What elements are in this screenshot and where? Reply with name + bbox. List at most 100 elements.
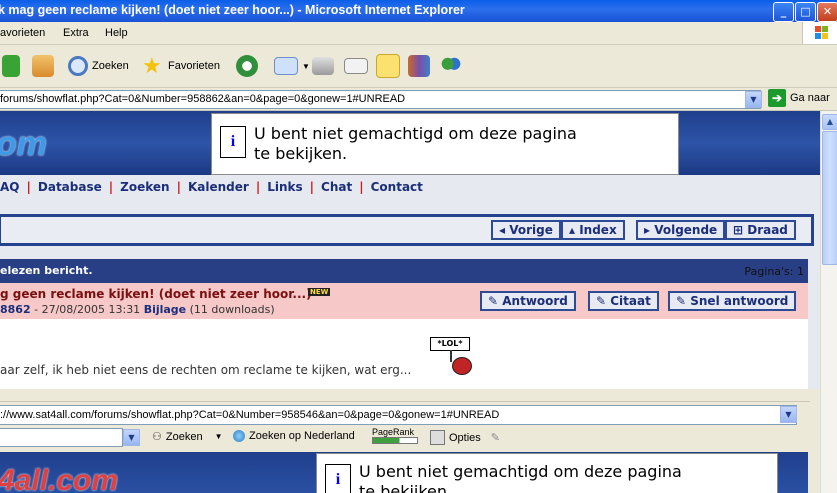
- inner-address-dropdown[interactable]: ▼: [780, 406, 797, 423]
- post-title: g geen reclame kijken! (doet niet zeer h…: [0, 287, 312, 301]
- title-bar: k mag geen reclame kijken! (doet niet ze…: [0, 0, 837, 22]
- refresh-button[interactable]: [2, 53, 20, 79]
- nav-contact[interactable]: Contact: [371, 180, 423, 194]
- inner-info-icon: i: [325, 464, 351, 493]
- history-button[interactable]: [236, 53, 258, 79]
- index-label: Index: [579, 223, 617, 237]
- nav-database[interactable]: Database: [38, 180, 102, 194]
- quote-button[interactable]: ✎ Citaat: [588, 291, 659, 311]
- inner-site-logo: 4all.com: [0, 464, 119, 493]
- blocked-message-line2: te bekijken.: [254, 144, 348, 163]
- printer-icon: [312, 57, 334, 75]
- inner-blocked-banner: i U bent niet gemachtigd om deze pagina …: [316, 453, 778, 493]
- home-button[interactable]: [32, 53, 54, 79]
- next-label: Volgende: [654, 223, 718, 237]
- search-button[interactable]: Zoeken: [68, 53, 129, 79]
- inner-search-nl-label: Zoeken op Nederland: [249, 430, 355, 442]
- quote-icon: ✎: [596, 294, 607, 308]
- notes-button[interactable]: [376, 53, 400, 79]
- quick-reply-button[interactable]: ✎ Snel antwoord: [668, 291, 797, 311]
- site-logo: om: [0, 125, 47, 163]
- menu-bar: avorieten Extra Help: [0, 22, 837, 45]
- prev-button[interactable]: ◂ Vorige: [491, 220, 561, 240]
- pagerank-indicator: PageRank: [372, 427, 418, 444]
- go-label: Ga naar: [790, 92, 830, 104]
- inner-search-dropdown[interactable]: ▼: [123, 429, 140, 446]
- quote-label: Citaat: [610, 294, 651, 308]
- quick-reply-label: Snel antwoord: [690, 294, 789, 308]
- menu-help[interactable]: Help: [105, 27, 128, 39]
- page-count: Pagina's: 1: [744, 265, 804, 278]
- favorites-label: Favorieten: [168, 60, 220, 72]
- go-button[interactable]: ➔ Ga naar: [768, 89, 830, 107]
- thread-nav-box: ◂ Vorige ▴ Index ▸ Volgende ⊞ Draad: [0, 214, 814, 246]
- address-bar: forums/showflat.php?Cat=0&Number=958862&…: [0, 88, 837, 111]
- scroll-thumb[interactable]: [822, 131, 837, 265]
- scroll-up-icon[interactable]: ▲: [822, 114, 837, 130]
- post-id-link[interactable]: 8862: [0, 303, 31, 316]
- minimize-button[interactable]: _: [773, 2, 794, 22]
- refresh-icon: [2, 55, 20, 77]
- inner-options-button[interactable]: Opties ✎: [430, 430, 500, 445]
- messenger-button[interactable]: [440, 53, 462, 79]
- mail-button[interactable]: ▼: [274, 53, 310, 79]
- edit-button[interactable]: [344, 53, 368, 79]
- note-icon: [376, 54, 400, 78]
- star-icon: ★: [142, 53, 162, 78]
- messenger-icon: [440, 55, 462, 77]
- inner-blocked-line1: U bent niet gemachtigd om deze pagina: [359, 462, 682, 481]
- nav-search[interactable]: Zoeken: [120, 180, 169, 194]
- vertical-scrollbar[interactable]: ▲: [820, 111, 837, 493]
- close-button[interactable]: ✕: [817, 2, 837, 22]
- edit-icon: [344, 58, 368, 74]
- inner-options-label: Opties: [449, 431, 481, 444]
- chevron-down-icon: ▼: [214, 432, 223, 441]
- options-icon: [430, 430, 445, 445]
- lol-sign-text: *LOL*: [430, 337, 470, 351]
- inner-search-label: Zoeken: [165, 430, 203, 443]
- print-button[interactable]: [312, 53, 334, 79]
- nav-calendar[interactable]: Kalender: [188, 180, 249, 194]
- address-dropdown[interactable]: ▼: [745, 91, 762, 108]
- history-icon: [236, 55, 258, 77]
- new-badge: NEW: [308, 288, 331, 296]
- reply-button[interactable]: ✎ Antwoord: [480, 291, 576, 311]
- maximize-button[interactable]: □: [795, 2, 816, 22]
- address-input[interactable]: forums/showflat.php?Cat=0&Number=958862&…: [0, 90, 761, 109]
- window-title: k mag geen reclame kijken! (doet niet ze…: [0, 3, 465, 17]
- home-icon: [32, 55, 54, 77]
- post-body: aar zelf, ik heb niet eens de rechten om…: [0, 319, 808, 389]
- forum-header: om i U bent niet gemachtigd om deze pagi…: [0, 111, 820, 175]
- nav-links[interactable]: Links: [267, 180, 302, 194]
- nav-chat[interactable]: Chat: [321, 180, 352, 194]
- research-button[interactable]: [408, 53, 430, 79]
- nav-faq[interactable]: AQ: [0, 180, 20, 194]
- pencil-icon: ✎: [490, 432, 501, 444]
- thread-button[interactable]: ⊞ Draad: [725, 220, 796, 240]
- blocked-banner: i U bent niet gemachtigd om deze pagina …: [211, 113, 679, 175]
- post-header-label: elezen bericht.: [0, 264, 93, 277]
- inner-search-nl-button[interactable]: Zoeken op Nederland: [233, 430, 355, 442]
- pagerank-label: PageRank: [372, 427, 415, 437]
- post-text: aar zelf, ik heb niet eens de rechten om…: [0, 363, 412, 377]
- inner-forum-header: 4all.com i U bent niet gemachtigd om dez…: [0, 452, 808, 493]
- lol-smiley-icon: *LOL*: [430, 337, 476, 377]
- inner-toolbar-strip: [0, 391, 810, 402]
- reply-icon: ✎: [488, 294, 499, 308]
- menu-extra[interactable]: Extra: [63, 27, 89, 39]
- post-date: - 27/08/2005 13:31: [30, 303, 144, 316]
- globe-icon: [233, 430, 245, 442]
- info-icon: i: [220, 126, 246, 158]
- index-button[interactable]: ▴ Index: [561, 220, 625, 240]
- inner-search-input[interactable]: [0, 428, 123, 447]
- download-count: (11 downloads): [186, 303, 275, 316]
- windows-logo-icon: [802, 22, 837, 44]
- post-header: elezen bericht. Pagina's: 1: [0, 259, 808, 283]
- inner-search-button[interactable]: ⚇ Zoeken ▼: [152, 430, 223, 444]
- attachment-link[interactable]: Bijlage: [144, 303, 186, 316]
- favorites-button[interactable]: ★ Favorieten: [142, 53, 220, 79]
- inner-address-input[interactable]: ://www.sat4all.com/forums/showflat.php?C…: [0, 405, 797, 425]
- forum-nav: AQ | Database | Zoeken | Kalender | Links | Chat | C…: [0, 180, 423, 194]
- menu-favorites[interactable]: avorieten: [0, 27, 45, 39]
- next-button[interactable]: ▸ Volgende: [636, 220, 726, 240]
